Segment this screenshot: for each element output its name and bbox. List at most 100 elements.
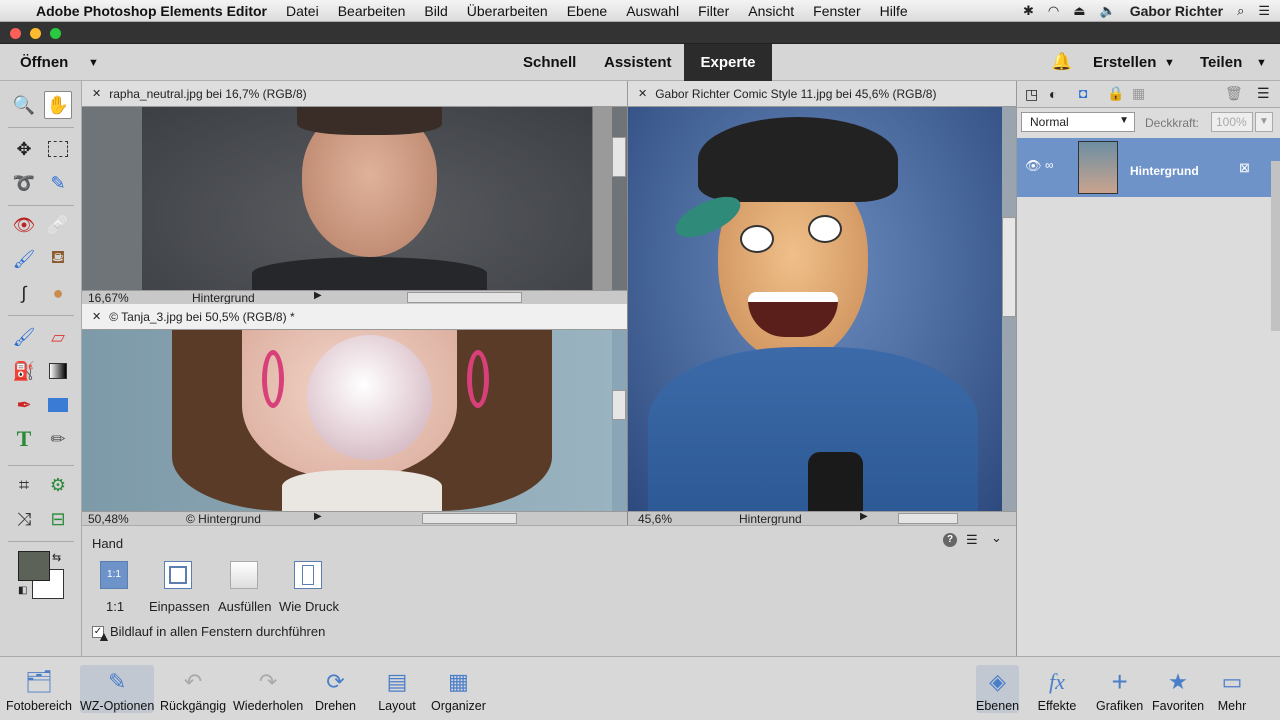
link-icon[interactable]: ∞ (1045, 158, 1054, 172)
brush-tool-icon[interactable]: 🖌 (10, 323, 38, 351)
favorites-button[interactable]: ★ Favoriten (1152, 665, 1204, 713)
lock-transparency-icon[interactable]: ▦ (1132, 85, 1145, 102)
options-menu-icon[interactable]: ☰ (966, 532, 978, 548)
panel-menu-icon[interactable]: ☰ (1257, 85, 1270, 102)
effects-button[interactable]: fx Effekte (1037, 665, 1077, 713)
redo-button[interactable]: ↷ Wiederholen (233, 665, 303, 713)
new-layer-icon[interactable]: ◳ (1025, 86, 1038, 103)
eyedropper-tool-icon[interactable]: ✒ (10, 391, 38, 419)
photo-bin-button[interactable]: 🗂 Fotobereich (6, 665, 72, 713)
create-button[interactable]: Erstellen (1093, 54, 1156, 71)
menu-filter[interactable]: Filter (698, 3, 729, 19)
menu-fenster[interactable]: Fenster (813, 3, 860, 19)
lasso-tool-icon[interactable]: ➰ (10, 169, 38, 197)
document-canvas-tanja[interactable] (82, 330, 627, 511)
open-button[interactable]: Öffnen (20, 54, 68, 71)
lock-icon[interactable]: 🔒 (1107, 85, 1124, 102)
layers-button[interactable]: ◈ Ebenen (976, 665, 1020, 713)
eraser-tool-icon[interactable]: ▱ (44, 323, 72, 351)
share-button[interactable]: Teilen (1200, 54, 1242, 71)
document-canvas-gabor[interactable] (628, 107, 1016, 511)
status-menu-arrow-icon[interactable]: ▶ (314, 511, 322, 522)
status-menu-arrow-icon[interactable]: ▶ (860, 511, 868, 522)
zoom-tool-icon[interactable]: 🔍 (10, 91, 38, 119)
trash-icon[interactable]: 🗑 (1225, 85, 1243, 102)
recompose-tool-icon[interactable]: ⚙ (44, 471, 72, 499)
blur-tool-icon[interactable]: ∫ (10, 279, 38, 307)
type-tool-icon[interactable]: T (10, 425, 38, 453)
mode-guided[interactable]: Assistent (604, 54, 672, 71)
status-menu-arrow-icon[interactable]: ▶ (314, 290, 322, 301)
menu-ueberarbeiten[interactable]: Überarbeiten (467, 3, 548, 19)
user-menu[interactable]: Gabor Richter (1130, 3, 1223, 19)
quick-selection-tool-icon[interactable]: ✎ (44, 169, 72, 197)
shape-tool-icon[interactable] (44, 391, 72, 419)
close-window-button[interactable] (10, 28, 21, 39)
open-dropdown-icon[interactable]: ▼ (88, 57, 99, 69)
fill-screen-button[interactable] (230, 561, 258, 589)
menu-ansicht[interactable]: Ansicht (748, 3, 794, 19)
vertical-scroll-handle[interactable] (612, 390, 626, 420)
print-size-button[interactable] (294, 561, 322, 589)
layer-row-background[interactable]: 👁 ∞ Hintergrund ⊠ (1017, 138, 1280, 197)
visibility-eye-icon[interactable]: 👁 (1025, 158, 1042, 174)
document-tab-tanja[interactable]: ✕ © Tanja_3.jpg bei 50,5% (RGB/8) * (82, 304, 627, 330)
horizontal-scroll-handle[interactable] (898, 513, 958, 524)
gradient-tool-icon[interactable] (44, 357, 72, 385)
more-button[interactable]: ▭ Mehr (1212, 665, 1252, 713)
blend-mode-select[interactable]: Normal ▼ (1021, 112, 1135, 132)
hand-tool-icon[interactable]: ✋ (44, 91, 72, 119)
close-document-icon[interactable]: ✕ (638, 87, 647, 100)
paint-bucket-tool-icon[interactable]: ⛽ (10, 357, 38, 385)
menu-hilfe[interactable]: Hilfe (880, 3, 908, 19)
actual-pixels-button[interactable]: 1:1 (100, 561, 128, 589)
zoom-window-button[interactable] (50, 28, 61, 39)
sponge-tool-icon[interactable]: ● (44, 279, 72, 307)
red-eye-tool-icon[interactable]: 👁 (10, 211, 38, 239)
close-document-icon[interactable]: ✕ (92, 87, 101, 100)
mode-quick[interactable]: Schnell (523, 54, 576, 71)
close-document-icon[interactable]: ✕ (92, 310, 101, 323)
minimize-window-button[interactable] (30, 28, 41, 39)
volume-icon[interactable]: 🔈 (1100, 3, 1116, 19)
vertical-scroll-handle[interactable] (1002, 217, 1016, 317)
spotlight-search-icon[interactable]: ⌕ (1237, 3, 1244, 19)
document-tab-rapha[interactable]: ✕ rapha_neutral.jpg bei 16,7% (RGB/8) (82, 81, 627, 107)
menu-ebene[interactable]: Ebene (567, 3, 607, 19)
notification-bell-icon[interactable]: 🔔 (1051, 52, 1072, 72)
eject-icon[interactable]: ⏏ (1073, 3, 1085, 19)
opacity-field[interactable]: 100% (1211, 112, 1253, 132)
undo-button[interactable]: ↶ Rückgängig (160, 665, 226, 713)
pencil-tool-icon[interactable]: ✏ (44, 425, 72, 453)
horizontal-scroll-handle[interactable] (422, 513, 517, 524)
wifi-icon[interactable]: ◠ (1048, 3, 1059, 19)
straighten-tool-icon[interactable]: ⊟ (44, 505, 72, 533)
graphics-button[interactable]: + Grafiken (1096, 665, 1143, 713)
menu-bearbeiten[interactable]: Bearbeiten (338, 3, 406, 19)
content-aware-move-tool-icon[interactable]: ⤨ (10, 505, 38, 533)
foreground-color-swatch[interactable] (18, 551, 50, 581)
layer-name[interactable]: Hintergrund (1130, 164, 1199, 178)
bluetooth-icon[interactable]: ✱ (1023, 3, 1034, 19)
organizer-button[interactable]: ▦ Organizer (431, 665, 486, 713)
smart-brush-tool-icon[interactable]: 🖌 (10, 245, 38, 273)
rotate-button[interactable]: ⟳ Drehen (315, 665, 356, 713)
mode-expert[interactable]: Experte (684, 44, 772, 81)
document-canvas-rapha[interactable] (82, 107, 627, 290)
collapse-chevron-icon[interactable]: ⌄ (991, 530, 1002, 546)
menu-auswahl[interactable]: Auswahl (626, 3, 679, 19)
layer-mask-icon[interactable]: ◘ (1079, 85, 1087, 101)
layout-button[interactable]: ▤ Layout (377, 665, 417, 713)
menu-datei[interactable]: Datei (286, 3, 319, 19)
marquee-tool-icon[interactable] (44, 135, 72, 163)
menu-bild[interactable]: Bild (424, 3, 447, 19)
notification-list-icon[interactable]: ☰ (1258, 3, 1270, 19)
opacity-dropdown-icon[interactable]: ▼ (1255, 112, 1273, 132)
app-menu[interactable]: Adobe Photoshop Elements Editor (36, 3, 267, 19)
swap-colors-icon[interactable]: ⇆ (52, 551, 61, 564)
document-tab-gabor[interactable]: ✕ Gabor Richter Comic Style 11.jpg bei 4… (627, 81, 1016, 107)
default-colors-icon[interactable]: ◧ (18, 585, 27, 596)
fit-screen-button[interactable] (164, 561, 192, 589)
move-tool-icon[interactable]: ✥ (10, 135, 38, 163)
horizontal-scroll-handle[interactable] (407, 292, 522, 303)
